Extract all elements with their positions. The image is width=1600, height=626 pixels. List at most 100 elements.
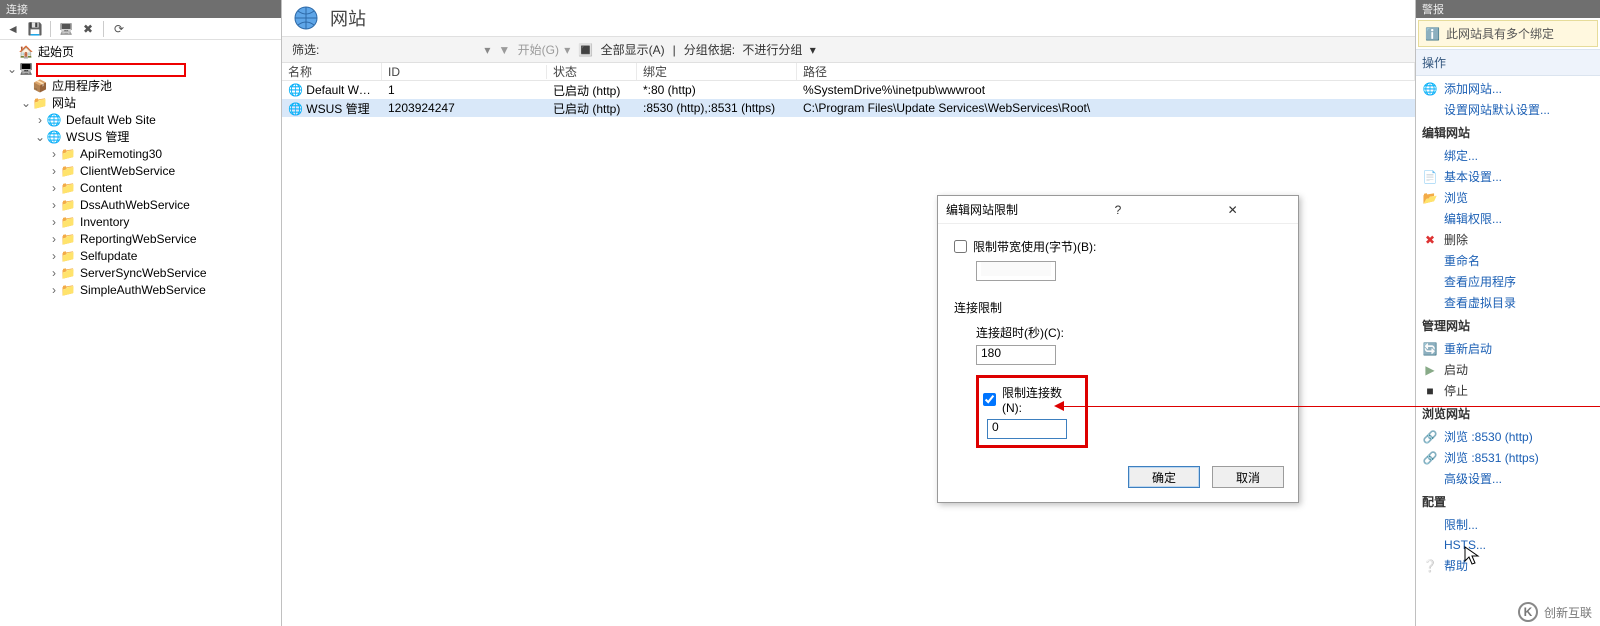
action-basic-settings[interactable]: 📄基本设置... — [1416, 166, 1600, 187]
action-limits[interactable]: 限制... — [1416, 514, 1600, 535]
remove-connection-icon[interactable]: ✖ — [79, 20, 97, 38]
dialog-close-button[interactable]: ✕ — [1175, 203, 1290, 217]
action-explore[interactable]: 📂浏览 — [1416, 187, 1600, 208]
apppool-icon: 📦 — [32, 79, 48, 95]
home-icon: 🏠 — [18, 45, 34, 61]
tree-item[interactable]: ›📁ReportingWebService — [4, 231, 281, 248]
action-view-vdirs[interactable]: 查看虚拟目录 — [1416, 292, 1600, 313]
folder-icon: 📁 — [60, 215, 76, 231]
action-view-apps[interactable]: 查看应用程序 — [1416, 271, 1600, 292]
play-icon: ▶ — [1422, 362, 1438, 378]
action-advanced-settings[interactable]: 高级设置... — [1416, 468, 1600, 489]
info-icon: ℹ️ — [1425, 27, 1440, 41]
dialog-titlebar: 编辑网站限制 ? ✕ — [938, 196, 1298, 224]
add-connection-icon[interactable]: 🖥 — [57, 20, 75, 38]
limitconn-label: 限制连接数(N): — [1002, 384, 1077, 415]
expand-icon[interactable]: ⌄ — [20, 95, 32, 112]
ok-button[interactable]: 确定 — [1128, 466, 1200, 488]
limitconn-checkbox[interactable] — [983, 393, 996, 406]
actions-panel: 警报 ℹ️ 此网站具有多个绑定 操作 🌐添加网站... 设置网站默认设置... … — [1416, 0, 1600, 626]
conn-section-label: 连接限制 — [954, 299, 1282, 316]
col-status[interactable]: 状态 — [547, 63, 637, 80]
action-rename[interactable]: 重命名 — [1416, 250, 1600, 271]
action-edit-permissions[interactable]: 编辑权限... — [1416, 208, 1600, 229]
main-content: 网站 筛选: ▾ ▼ 开始(G) ▾ 🔳 全部显示(A) | 分组依据: 不进行… — [282, 0, 1416, 626]
tree-wsus-site[interactable]: ⌄🌐WSUS 管理 — [4, 129, 281, 146]
refresh-icon[interactable]: ⟳ — [110, 20, 128, 38]
browse-site-heading: 浏览网站 — [1416, 401, 1600, 426]
action-browse-8531[interactable]: 🔗浏览 :8531 (https) — [1416, 447, 1600, 468]
chevron-down-icon[interactable]: ▾ — [810, 43, 816, 57]
page-header: 网站 — [282, 0, 1415, 37]
bandwidth-checkbox[interactable] — [954, 240, 967, 253]
action-delete[interactable]: ✖删除 — [1416, 229, 1600, 250]
action-browse-8530[interactable]: 🔗浏览 :8530 (http) — [1416, 426, 1600, 447]
tree-server[interactable]: ⌄🖥 — [4, 61, 281, 78]
page-title: 网站 — [330, 5, 366, 31]
folder-icon: 📁 — [60, 283, 76, 299]
table-row[interactable]: 🌐 Default Web S... 1 已启动 (http) *:80 (ht… — [282, 81, 1415, 99]
back-icon[interactable]: ◄ — [4, 20, 22, 38]
showall-icon: 🔳 — [578, 43, 593, 57]
filter-input[interactable] — [321, 43, 476, 57]
folder-icon: 📁 — [32, 96, 48, 112]
globe-icon: 🌐 — [46, 113, 62, 129]
action-hsts[interactable]: HSTS... — [1416, 535, 1600, 555]
action-start[interactable]: ▶启动 — [1416, 359, 1600, 380]
action-site-defaults[interactable]: 设置网站默认设置... — [1416, 99, 1600, 120]
tree-default-site[interactable]: ›🌐Default Web Site — [4, 112, 281, 129]
connection-limits-section: 连接限制 连接超时(秒)(C): 限制连接数(N): — [954, 299, 1282, 448]
save-icon[interactable]: 💾 — [26, 20, 44, 38]
dialog-help-button[interactable]: ? — [1061, 203, 1176, 217]
timeout-input[interactable] — [981, 346, 1051, 360]
expand-icon[interactable]: ⌄ — [6, 61, 18, 78]
action-restart[interactable]: 🔄重新启动 — [1416, 338, 1600, 359]
annotation-arrow — [1062, 406, 1600, 407]
folder-icon: 📁 — [60, 164, 76, 180]
limitconn-input[interactable] — [992, 420, 1062, 434]
col-path[interactable]: 路径 — [797, 63, 1415, 80]
folder-icon: 📁 — [60, 249, 76, 265]
help-icon: ❔ — [1422, 558, 1438, 574]
tree-item[interactable]: ›📁Content — [4, 180, 281, 197]
tree-item[interactable]: ›📁Inventory — [4, 214, 281, 231]
table-row[interactable]: 🌐 WSUS 管理 1203924247 已启动 (http) :8530 (h… — [282, 99, 1415, 117]
cancel-button[interactable]: 取消 — [1212, 466, 1284, 488]
manage-site-heading: 管理网站 — [1416, 313, 1600, 338]
tree-item[interactable]: ›📁ClientWebService — [4, 163, 281, 180]
edit-limits-dialog: 编辑网站限制 ? ✕ 限制带宽使用(字节)(B): 连接限制 连接超时(秒)(C… — [937, 195, 1299, 503]
globe-icon: 🌐 — [46, 130, 62, 146]
col-id[interactable]: ID — [382, 65, 547, 79]
expand-icon[interactable]: ⌄ — [34, 129, 46, 146]
tree-start-page[interactable]: 🏠起始页 — [4, 44, 281, 61]
col-name[interactable]: 名称 — [282, 63, 382, 80]
dialog-title: 编辑网站限制 — [946, 201, 1061, 218]
folder-icon: 📁 — [60, 232, 76, 248]
folder-icon: 📁 — [60, 181, 76, 197]
tree-item[interactable]: ›📁ApiRemoting30 — [4, 146, 281, 163]
filter-start: ▼ 开始(G) ▾ — [498, 41, 570, 58]
sites-icon — [292, 4, 320, 32]
action-stop[interactable]: ■停止 — [1416, 380, 1600, 401]
filter-label: 筛选: — [292, 41, 319, 58]
limit-connections-group: 限制连接数(N): — [976, 375, 1088, 448]
action-help[interactable]: ❔帮助 — [1416, 555, 1600, 576]
tree-sites[interactable]: ⌄📁网站 — [4, 95, 281, 112]
tree-item[interactable]: ›📁ServerSyncWebService — [4, 265, 281, 282]
action-bindings[interactable]: 绑定... — [1416, 145, 1600, 166]
connections-panel: 连接 ◄ 💾 🖥 ✖ ⟳ 🏠起始页 ⌄🖥 📦应用程序池 ⌄📁网站 ›🌐Defau… — [0, 0, 282, 626]
tree-item[interactable]: ›📁SimpleAuthWebService — [4, 282, 281, 299]
filter-showall[interactable]: 🔳 全部显示(A) — [578, 41, 664, 58]
tree-app-pools[interactable]: 📦应用程序池 — [4, 78, 281, 95]
tree-server-label-redacted — [36, 63, 186, 77]
expand-icon[interactable]: › — [34, 112, 46, 129]
action-add-site[interactable]: 🌐添加网站... — [1416, 78, 1600, 99]
config-heading: 配置 — [1416, 489, 1600, 514]
groupby-value[interactable]: 不进行分组 — [742, 41, 802, 58]
tree-item[interactable]: ›📁DssAuthWebService — [4, 197, 281, 214]
col-bind[interactable]: 绑定 — [637, 63, 797, 80]
connections-tree: 🏠起始页 ⌄🖥 📦应用程序池 ⌄📁网站 ›🌐Default Web Site ⌄… — [0, 40, 281, 626]
server-icon: 🖥 — [18, 62, 34, 78]
tree-item[interactable]: ›📁Selfupdate — [4, 248, 281, 265]
globe-icon: 🌐 — [288, 102, 303, 116]
